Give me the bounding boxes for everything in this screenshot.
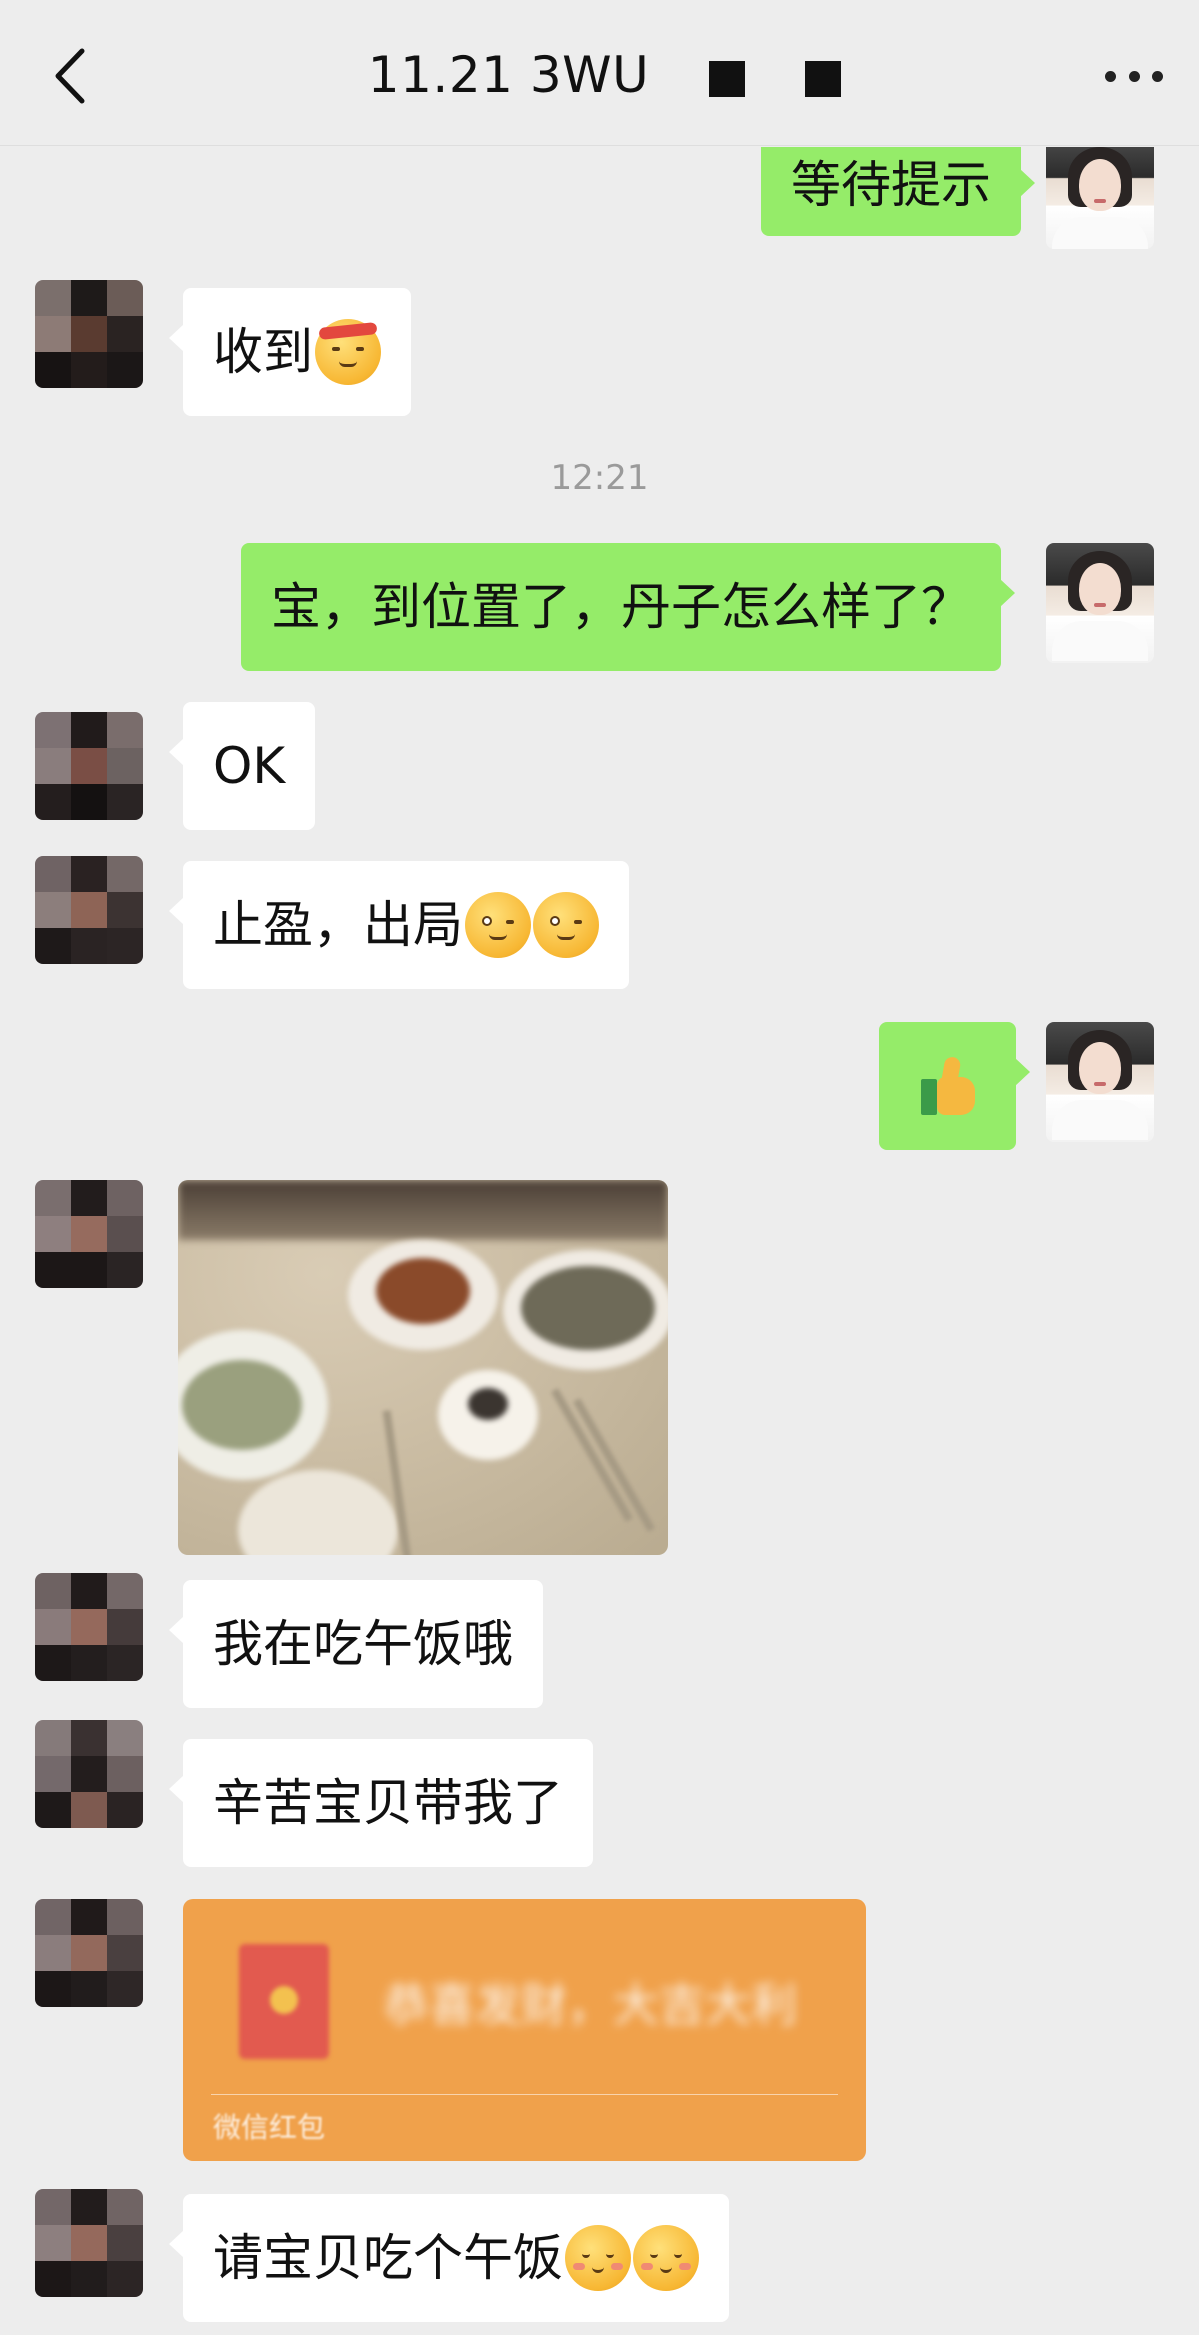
avatar-contact[interactable] [35,712,143,820]
message-text: 等待提示 [791,155,991,214]
avatar-contact[interactable] [35,1573,143,1681]
salute-headband-emoji [315,319,381,385]
avatar-self[interactable] [1046,543,1154,663]
message-bubble-contact[interactable]: OK [168,702,316,830]
chat-title: 11.21 3WU [0,40,1199,110]
red-packet-message[interactable]: 恭喜发财，大吉大利 微信红包 [183,1899,866,2161]
avatar-contact[interactable] [35,280,143,388]
message-text: 我在吃午饭哦 [213,1615,513,1673]
wink-hand-emoji [533,892,599,958]
image-message[interactable] [178,1180,668,1555]
message-bubble-contact[interactable]: 收到 [169,288,411,416]
message-bubble-self[interactable]: 宝，到位置了，丹子怎么样了？ [241,543,1015,671]
timestamp: 12:21 [550,458,649,498]
redacted-block [709,61,746,97]
message-text: 请宝贝吃个午饭 [213,2229,563,2287]
message-text: 收到 [213,323,313,381]
chat-title-text: 11.21 3WU [367,46,650,104]
message-text: 止盈，出局 [213,896,463,954]
shy-smile-emoji [565,2225,631,2291]
avatar-contact[interactable] [35,1180,143,1288]
redacted-block [805,61,842,97]
red-packet-greeting: 恭喜发财，大吉大利 [383,1978,797,2032]
avatar-contact[interactable] [35,1899,143,2007]
avatar-self[interactable] [1046,1022,1154,1142]
message-bubble-self[interactable] [879,1022,1030,1150]
avatar-self[interactable] [1046,147,1154,249]
message-bubble-contact[interactable]: 辛苦宝贝带我了 [169,1739,593,1867]
message-text: 辛苦宝贝带我了 [213,1774,563,1832]
wink-hand-emoji [465,892,531,958]
avatar-contact[interactable] [35,2189,143,2297]
red-envelope-icon [239,1944,329,2059]
chat-area[interactable]: 等待提示 收到 12:21 宝，到位置了，丹子怎么样了？ OK 止盈，出局 我在… [0,147,1199,2335]
message-bubble-contact[interactable]: 我在吃午饭哦 [169,1580,543,1708]
more-dots-icon [1105,70,1116,82]
message-bubble-contact[interactable]: 止盈，出局 [169,861,629,989]
message-text: 宝，到位置了，丹子怎么样了？ [271,578,971,636]
message-bubble-contact[interactable]: 请宝贝吃个午饭 [169,2194,729,2322]
shy-smile-emoji [633,2225,699,2291]
red-packet-label: 微信红包 [213,2111,326,2144]
message-bubble-self[interactable]: 等待提示 [761,147,1035,236]
chat-header: 11.21 3WU [0,0,1199,146]
message-text: OK [213,737,286,795]
avatar-contact[interactable] [35,856,143,964]
more-button[interactable] [1099,56,1169,96]
avatar-contact[interactable] [35,1720,143,1828]
thumbs-up-icon [915,1053,981,1119]
